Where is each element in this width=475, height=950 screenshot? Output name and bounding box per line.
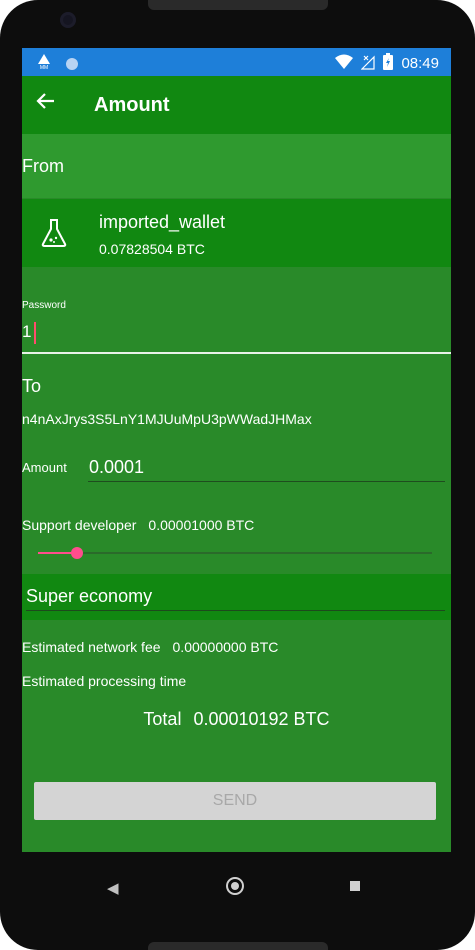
signal-mm-icon: MM — [36, 53, 52, 74]
fee-row: Estimated network fee 0.00000000 BTC — [22, 639, 278, 655]
to-label: To — [22, 376, 42, 396]
wifi-icon — [335, 54, 354, 74]
speed-select[interactable]: Super economy — [22, 574, 451, 620]
page-title: Amount — [94, 94, 170, 116]
nav-back-icon[interactable]: ◀ — [107, 879, 119, 897]
speed-underline — [26, 610, 445, 611]
bottom-speaker — [148, 942, 328, 950]
wallet-name: imported_wallet — [99, 212, 226, 232]
fee-label: Estimated network fee — [22, 639, 161, 655]
no-sim-icon — [361, 54, 376, 74]
from-header: From — [22, 134, 451, 198]
status-bar: MM 08:49 — [22, 48, 451, 76]
slider-thumb[interactable] — [71, 547, 84, 559]
phone-frame: MM 08:49 Amount From imported_wallet 0.0… — [0, 0, 475, 950]
total-label: Total — [143, 709, 182, 729]
wallet-card[interactable]: imported_wallet 0.07828504 BTC — [22, 199, 451, 267]
nav-home-icon[interactable] — [226, 877, 244, 895]
processing-time-label: Estimated processing time — [22, 673, 187, 689]
recipient-address: n4nAxJrys3S5LnY1MJUuMpU3pWWadJHMax — [22, 411, 312, 427]
clock: 08:49 — [401, 55, 439, 72]
amount-underline — [88, 481, 445, 482]
total-row: Total 0.00010192 BTC — [22, 709, 451, 730]
app-bar: Amount — [22, 76, 451, 134]
screen: MM 08:49 Amount From imported_wallet 0.0… — [22, 48, 451, 852]
top-speaker — [148, 0, 328, 10]
arrow-left-icon[interactable] — [36, 91, 56, 116]
from-label: From — [22, 156, 64, 176]
front-camera — [60, 12, 76, 28]
text-cursor — [34, 322, 36, 344]
flask-icon — [38, 217, 70, 254]
password-underline — [22, 352, 451, 354]
support-developer-label: Support developer — [22, 517, 137, 533]
password-label: Password — [22, 300, 66, 311]
svg-text:MM: MM — [40, 65, 48, 69]
amount-label: Amount — [22, 460, 67, 475]
sync-dot-icon — [66, 57, 78, 70]
navigation-bar: ◀ — [0, 852, 475, 922]
support-developer-value: 0.00001000 BTC — [148, 517, 255, 533]
support-slider[interactable] — [38, 547, 432, 559]
fee-value: 0.00000000 BTC — [172, 639, 279, 655]
send-button[interactable]: SEND — [34, 782, 436, 820]
battery-icon — [383, 53, 394, 74]
amount-input[interactable]: 0.0001 — [89, 457, 144, 478]
support-developer-row: Support developer 0.00001000 BTC — [22, 517, 254, 533]
nav-recents-icon[interactable] — [350, 881, 360, 891]
password-field[interactable]: 1 — [22, 322, 31, 342]
speed-selected-value: Super economy — [26, 586, 153, 606]
total-value: 0.00010192 BTC — [193, 709, 330, 729]
wallet-balance: 0.07828504 BTC — [99, 241, 205, 257]
